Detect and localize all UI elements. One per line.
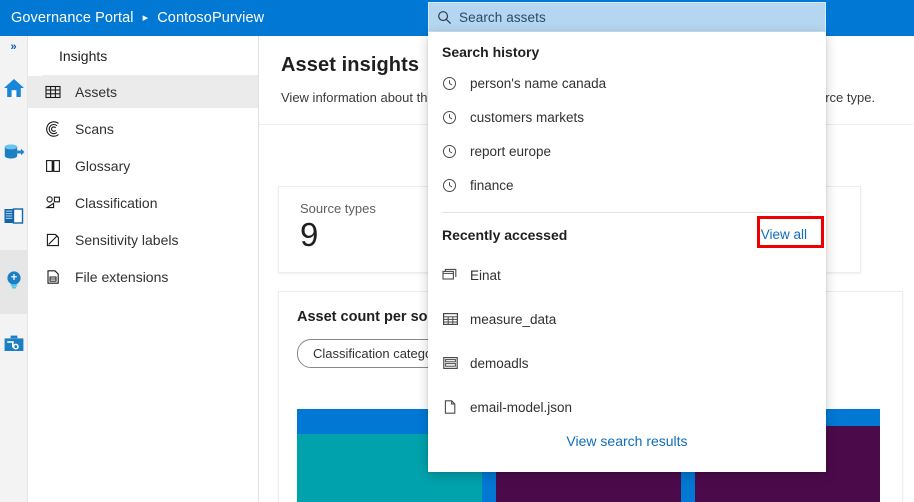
table-grid-icon	[442, 311, 470, 327]
clock-icon	[442, 144, 470, 159]
search-icon	[429, 10, 459, 25]
search-history-label: person's name canada	[470, 76, 606, 91]
sidebar-item-assets[interactable]: Assets	[28, 76, 258, 108]
sidebar-item-label: Assets	[69, 84, 117, 100]
recently-accessed-title: Recently accessed	[442, 227, 567, 243]
rail-item-data-map[interactable]	[0, 122, 27, 186]
sidebar-title: Insights	[42, 36, 258, 76]
insights-sidebar: Insights Assets Scans	[28, 36, 259, 502]
sidebar-item-label: Classification	[69, 195, 157, 211]
sidebar-item-label: Glossary	[69, 158, 130, 174]
chevron-right-icon: ▸	[143, 13, 149, 24]
breadcrumb-item-governance-portal[interactable]: Governance Portal	[11, 10, 134, 26]
recent-item[interactable]: demoadls	[428, 341, 826, 385]
search-history-item[interactable]: customers markets	[428, 100, 826, 134]
rail-item-insights[interactable]	[0, 250, 27, 314]
search-history-item[interactable]: report europe	[428, 134, 826, 168]
search-history-label: finance	[470, 178, 514, 193]
recent-item-label: measure_data	[470, 312, 556, 327]
search-history-item[interactable]: person's name canada	[428, 66, 826, 100]
flyout-footer: View search results	[428, 410, 826, 472]
toolbox-icon	[3, 333, 25, 360]
search-box[interactable]: Search assets	[428, 2, 826, 32]
sidebar-item-glossary[interactable]: Glossary	[28, 150, 258, 182]
sidebar-item-sensitivity-labels[interactable]: Sensitivity labels	[28, 224, 258, 256]
view-search-results-link[interactable]: View search results	[566, 433, 687, 449]
sidebar-item-scans[interactable]: Scans	[28, 113, 258, 145]
recently-accessed-header: Recently accessed View all	[428, 213, 826, 245]
open-book-icon	[45, 158, 69, 174]
search-history-title: Search history	[442, 44, 539, 60]
sidebar-item-classification[interactable]: Classification	[28, 187, 258, 219]
container-icon	[442, 355, 470, 371]
clock-icon	[442, 110, 470, 125]
data-source-icon	[3, 141, 25, 168]
recent-item[interactable]: Einat	[428, 253, 826, 297]
clock-icon	[442, 76, 470, 91]
rail-item-glossary[interactable]	[0, 186, 27, 250]
view-all-link[interactable]: View all	[756, 224, 812, 245]
breadcrumb: Governance Portal ▸ ContosoPurview	[0, 10, 264, 26]
classification-icon	[45, 195, 69, 211]
sensitivity-label-icon	[45, 232, 69, 248]
recent-item[interactable]: measure_data	[428, 297, 826, 341]
expand-nav-button[interactable]: »	[0, 36, 27, 58]
search-history-header: Search history	[428, 32, 826, 60]
breadcrumb-item-account[interactable]: ContosoPurview	[157, 10, 264, 26]
recent-item-label: demoadls	[470, 356, 529, 371]
stacked-windows-icon	[442, 267, 470, 283]
file-extension-icon	[45, 269, 69, 285]
rail-item-management[interactable]	[0, 314, 27, 378]
sidebar-item-label: Scans	[69, 121, 114, 137]
sidebar-item-label: Sensitivity labels	[69, 232, 179, 248]
search-history-item[interactable]: finance	[428, 168, 826, 202]
scan-radar-icon	[45, 121, 69, 137]
filter-label: Classification category	[313, 346, 443, 361]
sidebar-item-label: File extensions	[69, 269, 168, 285]
lightbulb-icon	[3, 269, 25, 296]
search-input[interactable]: Search assets	[459, 10, 546, 25]
recent-item-label: Einat	[470, 268, 501, 283]
clock-icon	[442, 178, 470, 193]
table-grid-icon	[45, 84, 69, 100]
sidebar-item-file-extensions[interactable]: File extensions	[28, 261, 258, 293]
search-history-label: customers markets	[470, 110, 584, 125]
left-icon-rail: »	[0, 36, 28, 502]
rail-item-home[interactable]	[0, 58, 27, 122]
search-history-label: report europe	[470, 144, 551, 159]
book-icon	[3, 205, 25, 232]
search-suggestions-flyout: Search history person's name canada cust…	[428, 32, 826, 472]
home-icon	[3, 77, 25, 104]
